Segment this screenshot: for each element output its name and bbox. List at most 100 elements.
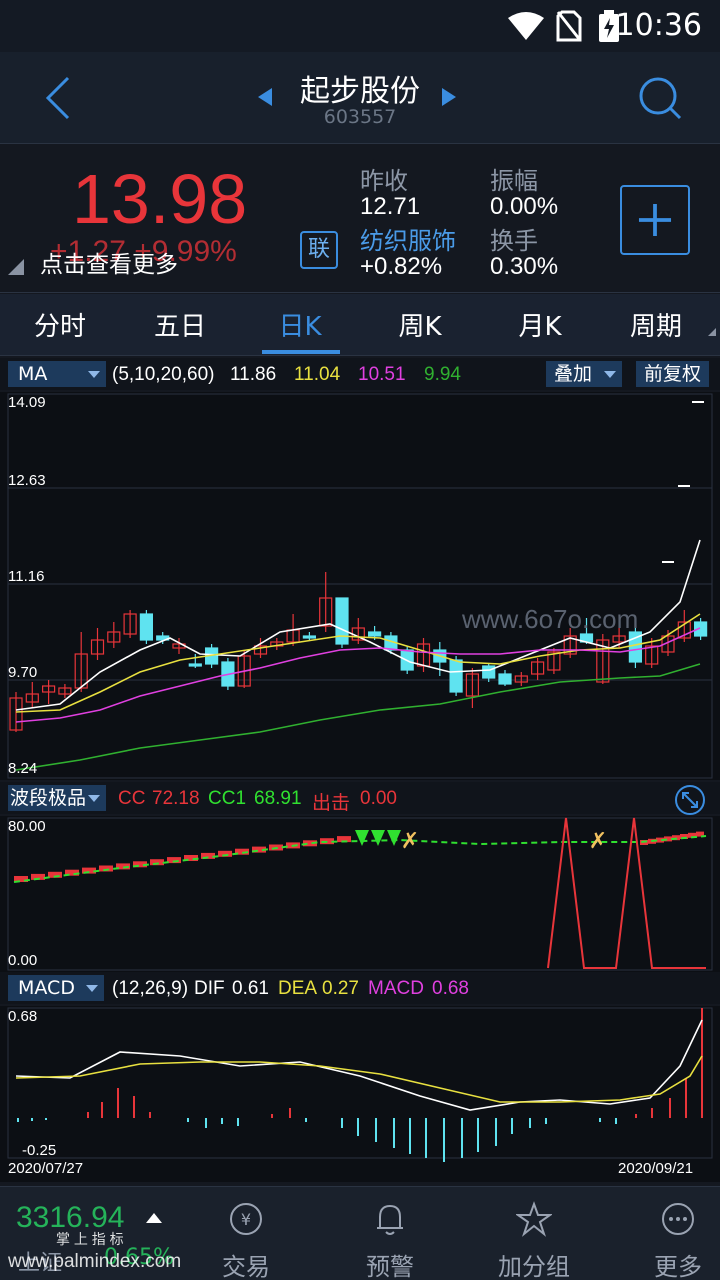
chart-frame: [7, 393, 713, 779]
dif-label: DIF: [194, 978, 225, 999]
nav-add-group[interactable]: 加分组: [474, 1187, 594, 1280]
candle-body: [498, 673, 512, 685]
cc1-value: 68.91: [254, 788, 302, 809]
kline-chart[interactable]: www.6o7o.com 14.09 12.63 11.16 9.70 8.24: [0, 392, 720, 780]
tab-intraday[interactable]: 分时: [0, 306, 120, 343]
period-tabs: 分时 五日 日K 周K 月K 周期: [0, 294, 720, 356]
macd-histogram: [17, 1008, 703, 1162]
turnover-value: 0.30%: [490, 253, 559, 280]
ma5-value: 11.86: [230, 364, 277, 385]
exit-label: 出击: [312, 793, 351, 814]
y-axis-4: 9.70: [8, 664, 38, 681]
wave-chart[interactable]: ✗ ✗ 80.00 0.00: [0, 816, 720, 972]
turnover-label: 换手: [490, 227, 538, 255]
tab-five-day[interactable]: 五日: [120, 306, 240, 343]
macd-y-top: 0.68: [8, 1008, 38, 1025]
chart-frame: [7, 1007, 713, 1159]
search-icon[interactable]: [636, 74, 684, 122]
candle-body: [449, 659, 463, 693]
wave-selector[interactable]: 波段极品: [8, 785, 106, 811]
date-end: 2020/09/21: [618, 1160, 694, 1177]
watermark-line1: 掌 上 指 标: [56, 1231, 124, 1247]
corner-expand-icon[interactable]: [8, 259, 24, 275]
overlay-button[interactable]: 叠加: [546, 361, 622, 387]
prev-close-label: 昨收: [360, 167, 408, 195]
quote-panel: 13.98 +1.27 +9.99% 点击查看更多 联 昨收 12.71 纺织服…: [0, 145, 720, 293]
ma-indicator-bar: MA (5,10,20,60) 11.86 11.04 10.51 9.94 叠…: [0, 358, 720, 390]
y-axis-bottom: 8.24: [8, 760, 38, 777]
tab-weekly-k[interactable]: 周K: [360, 306, 480, 343]
nav-alert[interactable]: 预警: [330, 1187, 450, 1280]
buy-arrow: [355, 830, 369, 846]
wave-svg: ✗ ✗: [7, 817, 713, 971]
next-stock-icon[interactable]: [442, 88, 456, 106]
macd-svg: [7, 1007, 713, 1162]
chevron-down-icon: [86, 985, 98, 992]
y-axis-3: 11.16: [8, 568, 45, 585]
period-corner-icon: [708, 328, 716, 336]
macd-selector-label: MACD: [18, 977, 75, 999]
adjust-button[interactable]: 前复权: [636, 361, 710, 387]
dea-value: 0.27: [322, 978, 359, 999]
stock-name: 起步股份: [300, 74, 420, 109]
chevron-down-icon: [88, 795, 100, 802]
ma-selector[interactable]: MA: [8, 361, 106, 387]
nav-trade-label: 交易: [222, 1253, 270, 1280]
kline-svg: www.6o7o.com: [7, 393, 713, 779]
date-start: 2020/07/27: [8, 1160, 84, 1177]
limit-marks: [662, 401, 704, 563]
tab-period[interactable]: 周期: [596, 306, 716, 343]
nav-more[interactable]: 更多: [618, 1187, 720, 1280]
wave-y-top: 80.00: [8, 818, 46, 835]
industry-change: +0.82%: [360, 253, 443, 280]
up-arrow-icon: [146, 1213, 162, 1223]
macd-value: 0.68: [432, 978, 469, 999]
status-bar: 10:36: [0, 0, 720, 52]
expand-icon[interactable]: [674, 784, 706, 816]
dea-label: DEA: [278, 978, 318, 999]
nav-trade[interactable]: ¥ 交易: [186, 1187, 306, 1280]
chevron-down-icon: [604, 371, 616, 378]
macd-params: (12,26,9): [112, 978, 189, 999]
active-tab-indicator: [262, 350, 340, 354]
watermark-line2: www.palmindex.com: [8, 1251, 182, 1272]
candle-body: [188, 663, 202, 667]
macd-y-bottom: -0.25: [22, 1142, 57, 1159]
macd-selector[interactable]: MACD: [8, 975, 104, 1001]
nav-more-label: 更多: [654, 1253, 702, 1280]
signal-mark: ✗: [589, 829, 607, 854]
cc-label: CC: [118, 788, 146, 809]
tab-daily-k[interactable]: 日K: [240, 306, 360, 343]
more-tip[interactable]: 点击查看更多: [40, 245, 178, 279]
macd-chart[interactable]: 0.68 -0.25 2020/07/27 2020/09/21: [0, 1006, 720, 1182]
svg-text:¥: ¥: [241, 1210, 251, 1229]
cc1-label: CC1: [208, 788, 247, 809]
dif-value: 0.61: [232, 978, 269, 999]
star-icon: [516, 1201, 552, 1237]
exit-value: 0.00: [360, 788, 397, 809]
no-sim-icon: [556, 10, 582, 42]
buy-arrow: [387, 830, 401, 846]
stock-code: 603557: [323, 106, 397, 128]
candle-body: [368, 631, 382, 637]
nav-alert-label: 预警: [366, 1253, 414, 1280]
wifi-icon: [508, 12, 544, 40]
candle-body: [482, 665, 496, 679]
nav-add-group-label: 加分组: [498, 1253, 570, 1280]
add-watchlist-button[interactable]: [620, 185, 690, 255]
clock: 10:36: [615, 8, 702, 43]
cc-value: 72.18: [152, 788, 200, 809]
tab-monthly-k[interactable]: 月K: [480, 306, 600, 343]
industry-link[interactable]: 纺织服饰: [360, 221, 456, 256]
overlay-label: 叠加: [554, 363, 593, 385]
header: 起步股份 603557: [0, 52, 720, 144]
exit-line: [547, 817, 706, 969]
trade-icon: ¥: [230, 1203, 262, 1235]
bell-icon: [377, 1204, 403, 1235]
current-price: 13.98: [72, 160, 248, 238]
ma-lines: [15, 539, 701, 771]
amplitude-label: 振幅: [490, 167, 538, 195]
related-button[interactable]: 联: [300, 231, 338, 269]
wave-selector-label: 波段极品: [10, 787, 87, 809]
candle-body: [139, 613, 153, 641]
